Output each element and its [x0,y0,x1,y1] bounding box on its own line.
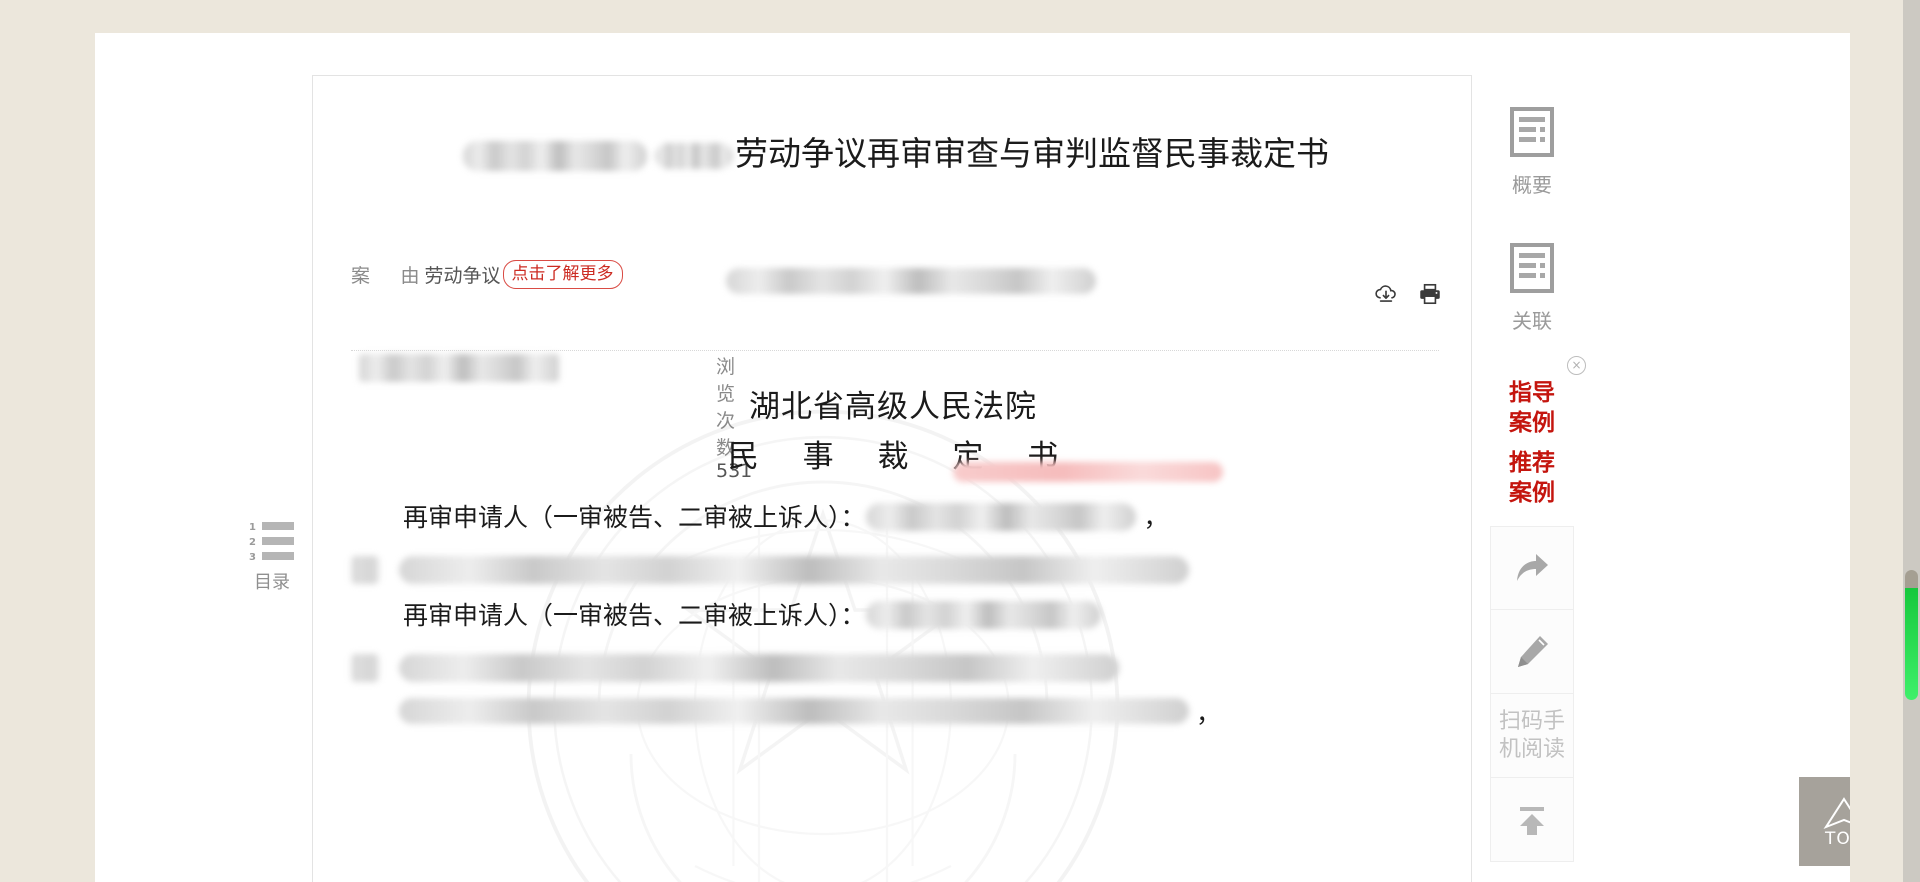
redacted-chunk [399,556,1189,584]
right-rail: 概要 关联 × 指导 案例 推荐 案例 扫码手 机阅读 [1472,106,1592,862]
summary-document-icon [1510,107,1554,157]
meta-divider [351,350,1439,351]
redacted-chunk [399,698,1189,724]
table-of-contents-icon: 1 2 3 [249,522,294,563]
court-name: 湖北省高级人民法院 [749,389,1037,425]
print-icon[interactable] [1417,281,1443,307]
related-label: 关联 [1512,309,1552,333]
tool-stack: 扫码手 机阅读 [1490,526,1574,862]
collapse-up-icon [1520,806,1544,835]
document-card: 劳动争议再审审查与审判监督民事裁定书 案 由 劳动争议 点击了解更多 浏览次数 … [312,75,1472,882]
redacted-applicant-name-1 [865,503,1136,531]
cloud-download-icon[interactable] [1373,281,1399,307]
redacted-chunk [399,654,1119,682]
svg-text:1: 1 [249,522,256,533]
document-action-icons [1373,281,1443,307]
meta-row-cause: 案 由 劳动争议 点击了解更多 [351,260,1441,304]
document-type: 民 事 裁 定 书 [727,439,1076,475]
cause-label: 案 [351,265,371,287]
redacted-publish-date [359,354,559,382]
comma-1: ， [1143,503,1169,532]
redacted-line-1 [351,550,1451,594]
redacted-chunk [351,654,379,682]
redacted-line-2 [351,648,1451,692]
document-body: 再审申请人（一审被告、二审被上诉人）： ， 再审申请人（一审被告、二审被上诉人）… [351,496,1451,736]
guiding-case-line-2[interactable]: 案例 [1472,408,1592,438]
redacted-title-prefix-2 [655,142,733,169]
qr-label-line-1: 扫码手 [1498,708,1565,734]
pencil-edit-icon [1518,635,1548,667]
cause-value: 劳动争议 [424,265,501,287]
document-meta: 案 由 劳动争议 点击了解更多 浏览次数 531 [351,260,1441,482]
cause-label-2: 由 [400,265,421,287]
redacted-case-code [953,462,1223,482]
recommended-case-line-2[interactable]: 案例 [1472,478,1592,508]
redacted-title-prefix [463,140,647,171]
meta-row-views: 浏览次数 531 [351,304,1441,482]
document-title-text: 劳动争议再审审查与审判监督民事裁定书 [735,134,1329,173]
guiding-case-line-1[interactable]: 指导 [1472,378,1592,408]
learn-more-badge[interactable]: 点击了解更多 [502,260,623,289]
promo-panel: × 指导 案例 推荐 案例 [1472,356,1592,508]
note-button[interactable] [1490,610,1574,694]
scroll-gutter [1850,0,1903,882]
svg-text:2: 2 [249,537,256,548]
close-icon[interactable]: × [1567,356,1586,375]
redacted-line-3: ， [351,692,1451,736]
applicant-label-2: 再审申请人（一审被告、二审被上诉人）： [403,601,866,630]
related-document-icon [1510,243,1554,293]
redacted-applicant-name-2 [865,601,1101,629]
svg-text:3: 3 [249,552,256,563]
qr-read-button[interactable]: 扫码手 机阅读 [1490,694,1574,778]
scrollbar-track[interactable] [1903,0,1920,882]
promo-gap [1472,438,1592,448]
redacted-case-number [726,268,1096,294]
toc-label: 目录 [254,572,290,593]
collapse-button[interactable] [1490,778,1574,862]
cause-row: 案 由 劳动争议 点击了解更多 [351,260,623,289]
share-button[interactable] [1490,526,1574,610]
recommended-case-line-1[interactable]: 推荐 [1472,448,1592,478]
comma-2: ， [1196,699,1222,728]
applicant-label-1: 再审申请人（一审被告、二审被上诉人）： [403,503,866,532]
toc-rail[interactable]: 1 2 3 目录 [240,520,304,594]
related-button[interactable]: 关联 [1472,242,1592,334]
document-title: 劳动争议再审审查与审判监督民事裁定书 [351,131,1441,177]
summary-label: 概要 [1512,173,1552,197]
share-arrow-icon [1517,554,1548,581]
redacted-chunk [351,556,379,584]
summary-button[interactable]: 概要 [1472,106,1592,198]
qr-label-line-2: 机阅读 [1498,736,1565,762]
paragraph-applicant-2: 再审申请人（一审被告、二审被上诉人）： [351,594,1451,638]
app-root: 劳动争议再审审查与审判监督民事裁定书 案 由 劳动争议 点击了解更多 浏览次数 … [0,0,1920,882]
scrollbar-thumb[interactable] [1905,570,1918,700]
paragraph-applicant-1: 再审申请人（一审被告、二审被上诉人）： ， [351,496,1451,540]
